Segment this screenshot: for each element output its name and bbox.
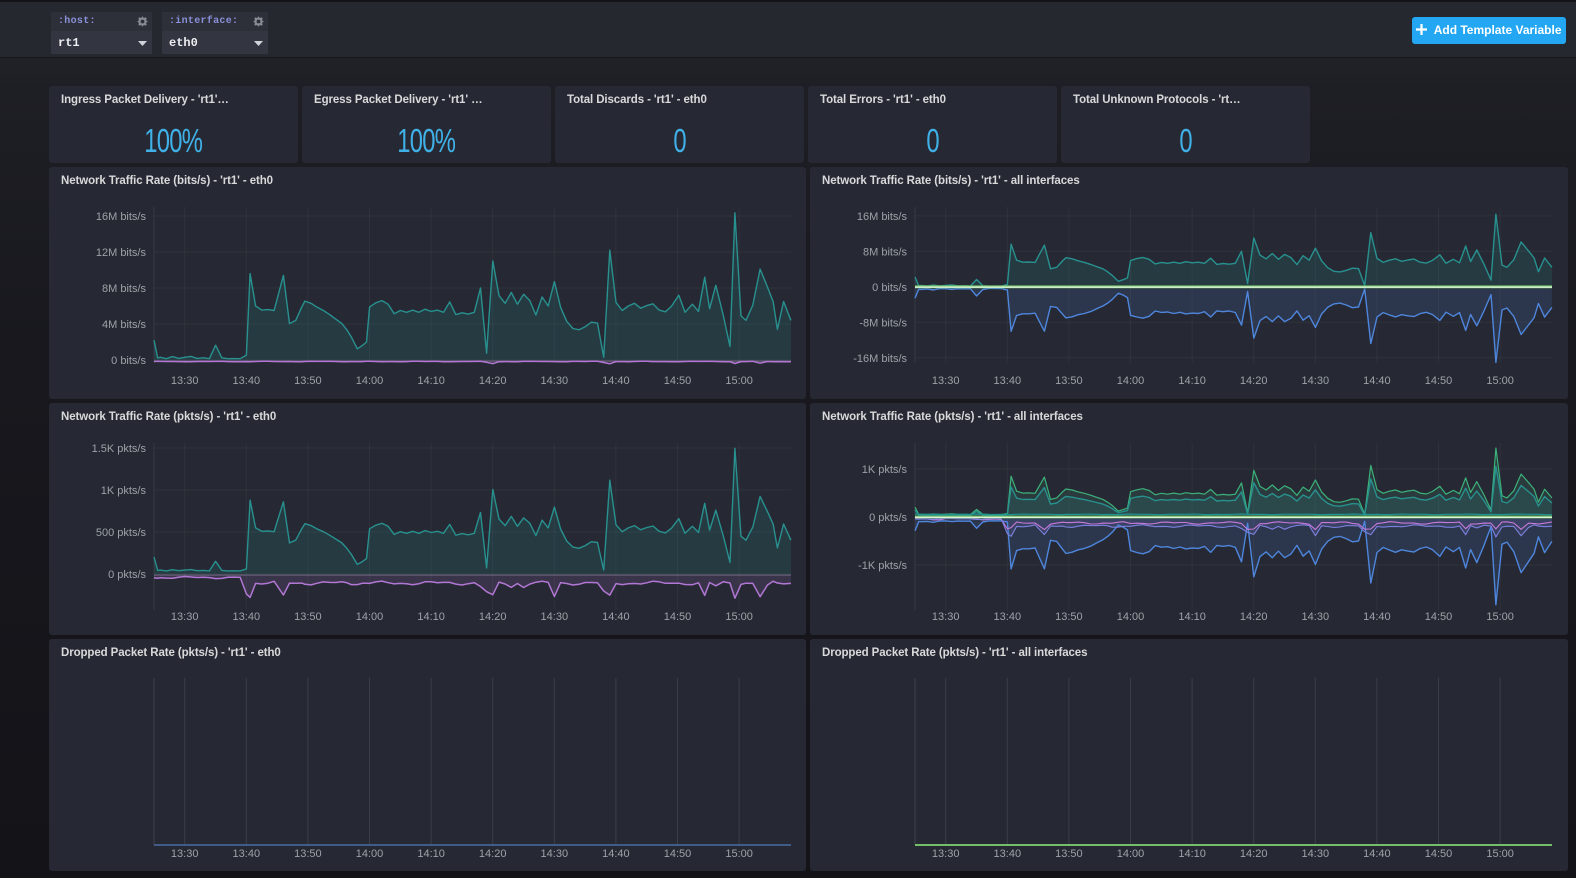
svg-text:14:20: 14:20 <box>1240 848 1268 860</box>
svg-text:14:10: 14:10 <box>1178 375 1206 387</box>
svg-text:15:00: 15:00 <box>725 848 753 860</box>
svg-text:13:30: 13:30 <box>932 611 960 623</box>
svg-text:14:00: 14:00 <box>356 611 384 623</box>
svg-text:14:20: 14:20 <box>479 611 507 623</box>
svg-text:14:00: 14:00 <box>1117 611 1145 623</box>
svg-text:13:30: 13:30 <box>171 611 199 623</box>
svg-text:14:00: 14:00 <box>1117 848 1145 860</box>
svg-text:14:40: 14:40 <box>602 375 630 387</box>
svg-text:14:10: 14:10 <box>1178 611 1206 623</box>
svg-text:14:20: 14:20 <box>479 375 507 387</box>
svg-text:14:10: 14:10 <box>417 611 445 623</box>
svg-text:14:50: 14:50 <box>664 848 692 860</box>
svg-text:14:40: 14:40 <box>602 848 630 860</box>
svg-text:0 pkts/s: 0 pkts/s <box>108 569 146 581</box>
svg-text:14:30: 14:30 <box>541 611 569 623</box>
svg-text:13:50: 13:50 <box>294 611 322 623</box>
svg-text:15:00: 15:00 <box>725 611 753 623</box>
svg-text:14:10: 14:10 <box>417 375 445 387</box>
svg-text:13:40: 13:40 <box>994 375 1022 387</box>
svg-text:13:30: 13:30 <box>932 375 960 387</box>
svg-text:-16M bits/s: -16M bits/s <box>853 353 907 365</box>
svg-text:14:50: 14:50 <box>664 611 692 623</box>
svg-text:14:00: 14:00 <box>356 375 384 387</box>
svg-text:14:20: 14:20 <box>1240 375 1268 387</box>
svg-text:16M bits/s: 16M bits/s <box>96 211 147 223</box>
svg-text:13:30: 13:30 <box>171 375 199 387</box>
svg-text:13:50: 13:50 <box>1055 611 1083 623</box>
svg-text:13:40: 13:40 <box>994 611 1022 623</box>
svg-text:14:30: 14:30 <box>541 375 569 387</box>
svg-text:0 bits/s: 0 bits/s <box>111 355 146 367</box>
svg-text:0 pkts/s: 0 pkts/s <box>869 512 907 524</box>
svg-text:13:30: 13:30 <box>932 848 960 860</box>
svg-text:14:40: 14:40 <box>1363 375 1391 387</box>
svg-text:13:30: 13:30 <box>171 848 199 860</box>
svg-text:13:40: 13:40 <box>233 848 261 860</box>
svg-text:14:00: 14:00 <box>356 848 384 860</box>
svg-text:14:30: 14:30 <box>541 848 569 860</box>
svg-text:15:00: 15:00 <box>1486 375 1514 387</box>
svg-text:13:50: 13:50 <box>1055 848 1083 860</box>
svg-text:14:00: 14:00 <box>1117 375 1145 387</box>
svg-text:14:50: 14:50 <box>664 375 692 387</box>
svg-text:14:30: 14:30 <box>1302 375 1330 387</box>
svg-text:14:50: 14:50 <box>1425 375 1453 387</box>
svg-text:500 pkts/s: 500 pkts/s <box>96 527 147 539</box>
svg-text:15:00: 15:00 <box>1486 848 1514 860</box>
svg-text:15:00: 15:00 <box>1486 611 1514 623</box>
svg-text:13:40: 13:40 <box>233 375 261 387</box>
svg-text:15:00: 15:00 <box>725 375 753 387</box>
svg-text:16M bits/s: 16M bits/s <box>857 211 908 223</box>
svg-text:13:40: 13:40 <box>994 848 1022 860</box>
svg-text:8M bits/s: 8M bits/s <box>102 283 147 295</box>
svg-text:13:40: 13:40 <box>233 611 261 623</box>
svg-text:-1K pkts/s: -1K pkts/s <box>858 560 907 572</box>
svg-text:13:50: 13:50 <box>1055 375 1083 387</box>
svg-text:14:30: 14:30 <box>1302 848 1330 860</box>
svg-text:14:20: 14:20 <box>1240 611 1268 623</box>
svg-text:14:50: 14:50 <box>1425 611 1453 623</box>
svg-text:13:50: 13:50 <box>294 848 322 860</box>
svg-text:14:40: 14:40 <box>1363 611 1391 623</box>
svg-text:4M bits/s: 4M bits/s <box>102 319 147 331</box>
svg-text:1K pkts/s: 1K pkts/s <box>862 464 908 476</box>
svg-text:14:50: 14:50 <box>1425 848 1453 860</box>
svg-text:1K pkts/s: 1K pkts/s <box>101 485 147 497</box>
svg-text:14:20: 14:20 <box>479 848 507 860</box>
svg-text:14:10: 14:10 <box>1178 848 1206 860</box>
svg-text:-8M bits/s: -8M bits/s <box>859 317 907 329</box>
svg-text:14:40: 14:40 <box>602 611 630 623</box>
svg-text:12M bits/s: 12M bits/s <box>96 247 147 259</box>
svg-text:14:30: 14:30 <box>1302 611 1330 623</box>
svg-text:8M bits/s: 8M bits/s <box>863 246 908 258</box>
svg-text:0 bits/s: 0 bits/s <box>872 282 907 294</box>
svg-text:14:10: 14:10 <box>417 848 445 860</box>
svg-text:1.5K pkts/s: 1.5K pkts/s <box>92 443 147 455</box>
svg-text:13:50: 13:50 <box>294 375 322 387</box>
svg-text:14:40: 14:40 <box>1363 848 1391 860</box>
